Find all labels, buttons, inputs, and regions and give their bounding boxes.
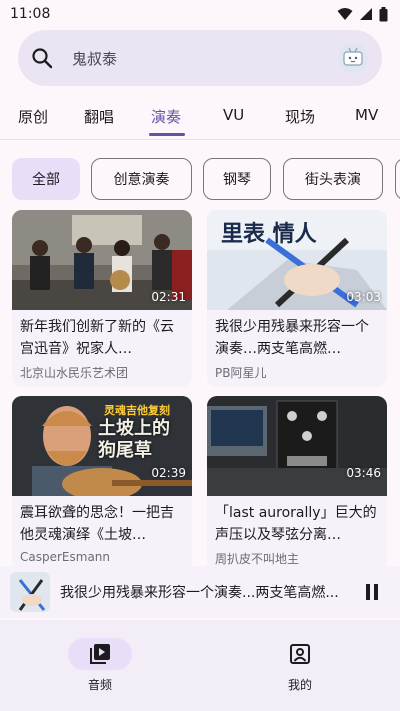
search-input[interactable]: 鬼叔泰 (72, 48, 338, 69)
video-title: 我很少用残暴来形容一个演奏…两支笔高燃… (215, 319, 369, 357)
signal-icon (360, 8, 372, 20)
search-bar[interactable]: 鬼叔泰 (18, 30, 382, 86)
nav-label: 音频 (87, 678, 112, 692)
wifi-icon (337, 8, 353, 20)
search-icon (32, 48, 53, 69)
mini-player[interactable]: 我很少用残暴来形容一个演奏...两支笔高燃... (0, 566, 400, 618)
chip-piano[interactable]: 钢琴 (203, 158, 271, 200)
tv-mascot-icon (343, 47, 363, 66)
video-author: PB阿星儿 (215, 366, 267, 380)
tab-instrumental[interactable]: 演奏 (151, 106, 181, 127)
avatar[interactable] (338, 43, 368, 73)
tab-vu[interactable]: VU (223, 106, 244, 124)
tab-live[interactable]: 现场 (285, 106, 315, 127)
mini-player-title: 我很少用残暴来形容一个演奏...两支笔高燃... (60, 585, 339, 601)
tab-mv[interactable]: MV (355, 106, 378, 124)
bottom-navigation: 音频 我的 (0, 620, 400, 711)
video-title: 「last aurorally」巨大的声压以及琴弦分离… (215, 505, 377, 543)
video-title: 新年我们创新了新的《云宫迅音》祝家人… (20, 319, 174, 357)
thumbnail-caption: 土坡上的狗尾草 (98, 418, 170, 461)
tab-cover[interactable]: 翻唱 (84, 106, 114, 127)
mini-player-thumbnail (10, 572, 50, 612)
chip-all[interactable]: 全部 (12, 158, 80, 200)
video-author: 北京山水民乐艺术团 (20, 366, 129, 380)
video-thumbnail: 03:46 (207, 396, 387, 496)
video-title: 震耳欲聋的思念！一把吉他灵魂演绎《土坡… (20, 505, 174, 543)
status-icons (337, 6, 388, 22)
thumbnail-caption: 里表 情人 (221, 221, 317, 247)
video-card[interactable]: 02:31 新年我们创新了新的《云宫迅音》祝家人… 北京山水民乐艺术团 (12, 210, 192, 387)
filter-chips: 全部 创意演奏 钢琴 街头表演 (0, 158, 400, 202)
video-thumbnail: 里表 情人 03:03 (207, 210, 387, 310)
chip-more[interactable] (395, 158, 400, 200)
nav-pill (268, 638, 332, 670)
nav-pill (68, 638, 132, 670)
thumbnail-overlay-text: 灵魂吉他复刻 (104, 404, 170, 417)
chip-street[interactable]: 街头表演 (283, 158, 383, 200)
chip-creative[interactable]: 创意演奏 (91, 158, 192, 200)
video-card[interactable]: 里表 情人 03:03 我很少用残暴来形容一个演奏…两支笔高燃… PB阿星儿 (207, 210, 387, 387)
profile-icon (290, 644, 310, 664)
nav-item-audio[interactable]: 音频 (0, 620, 200, 711)
battery-icon (379, 6, 388, 21)
video-card[interactable]: 03:46 「last aurorally」巨大的声压以及琴弦分离… 周扒皮不叫… (207, 396, 387, 573)
nav-label: 我的 (287, 678, 312, 692)
status-time: 11:08 (10, 6, 51, 22)
pause-button[interactable] (354, 574, 390, 610)
video-duration: 02:31 (151, 290, 186, 304)
play-library-icon (90, 644, 110, 664)
category-tabs: 原创 翻唱 演奏 VU 现场 MV (0, 96, 400, 136)
status-bar: 11:08 (0, 0, 400, 28)
tabs-divider (0, 139, 400, 140)
video-duration: 03:46 (346, 466, 381, 480)
video-duration: 03:03 (346, 290, 381, 304)
video-duration: 02:39 (151, 466, 186, 480)
pause-icon (366, 584, 378, 600)
video-thumbnail: 灵魂吉他复刻 土坡上的狗尾草 02:39 (12, 396, 192, 496)
nav-item-mine[interactable]: 我的 (200, 620, 400, 711)
video-thumbnail: 02:31 (12, 210, 192, 310)
video-card[interactable]: 灵魂吉他复刻 土坡上的狗尾草 02:39 震耳欲聋的思念！一把吉他灵魂演绎《土坡… (12, 396, 192, 570)
tab-active-indicator (149, 133, 185, 136)
tab-original[interactable]: 原创 (18, 106, 48, 127)
